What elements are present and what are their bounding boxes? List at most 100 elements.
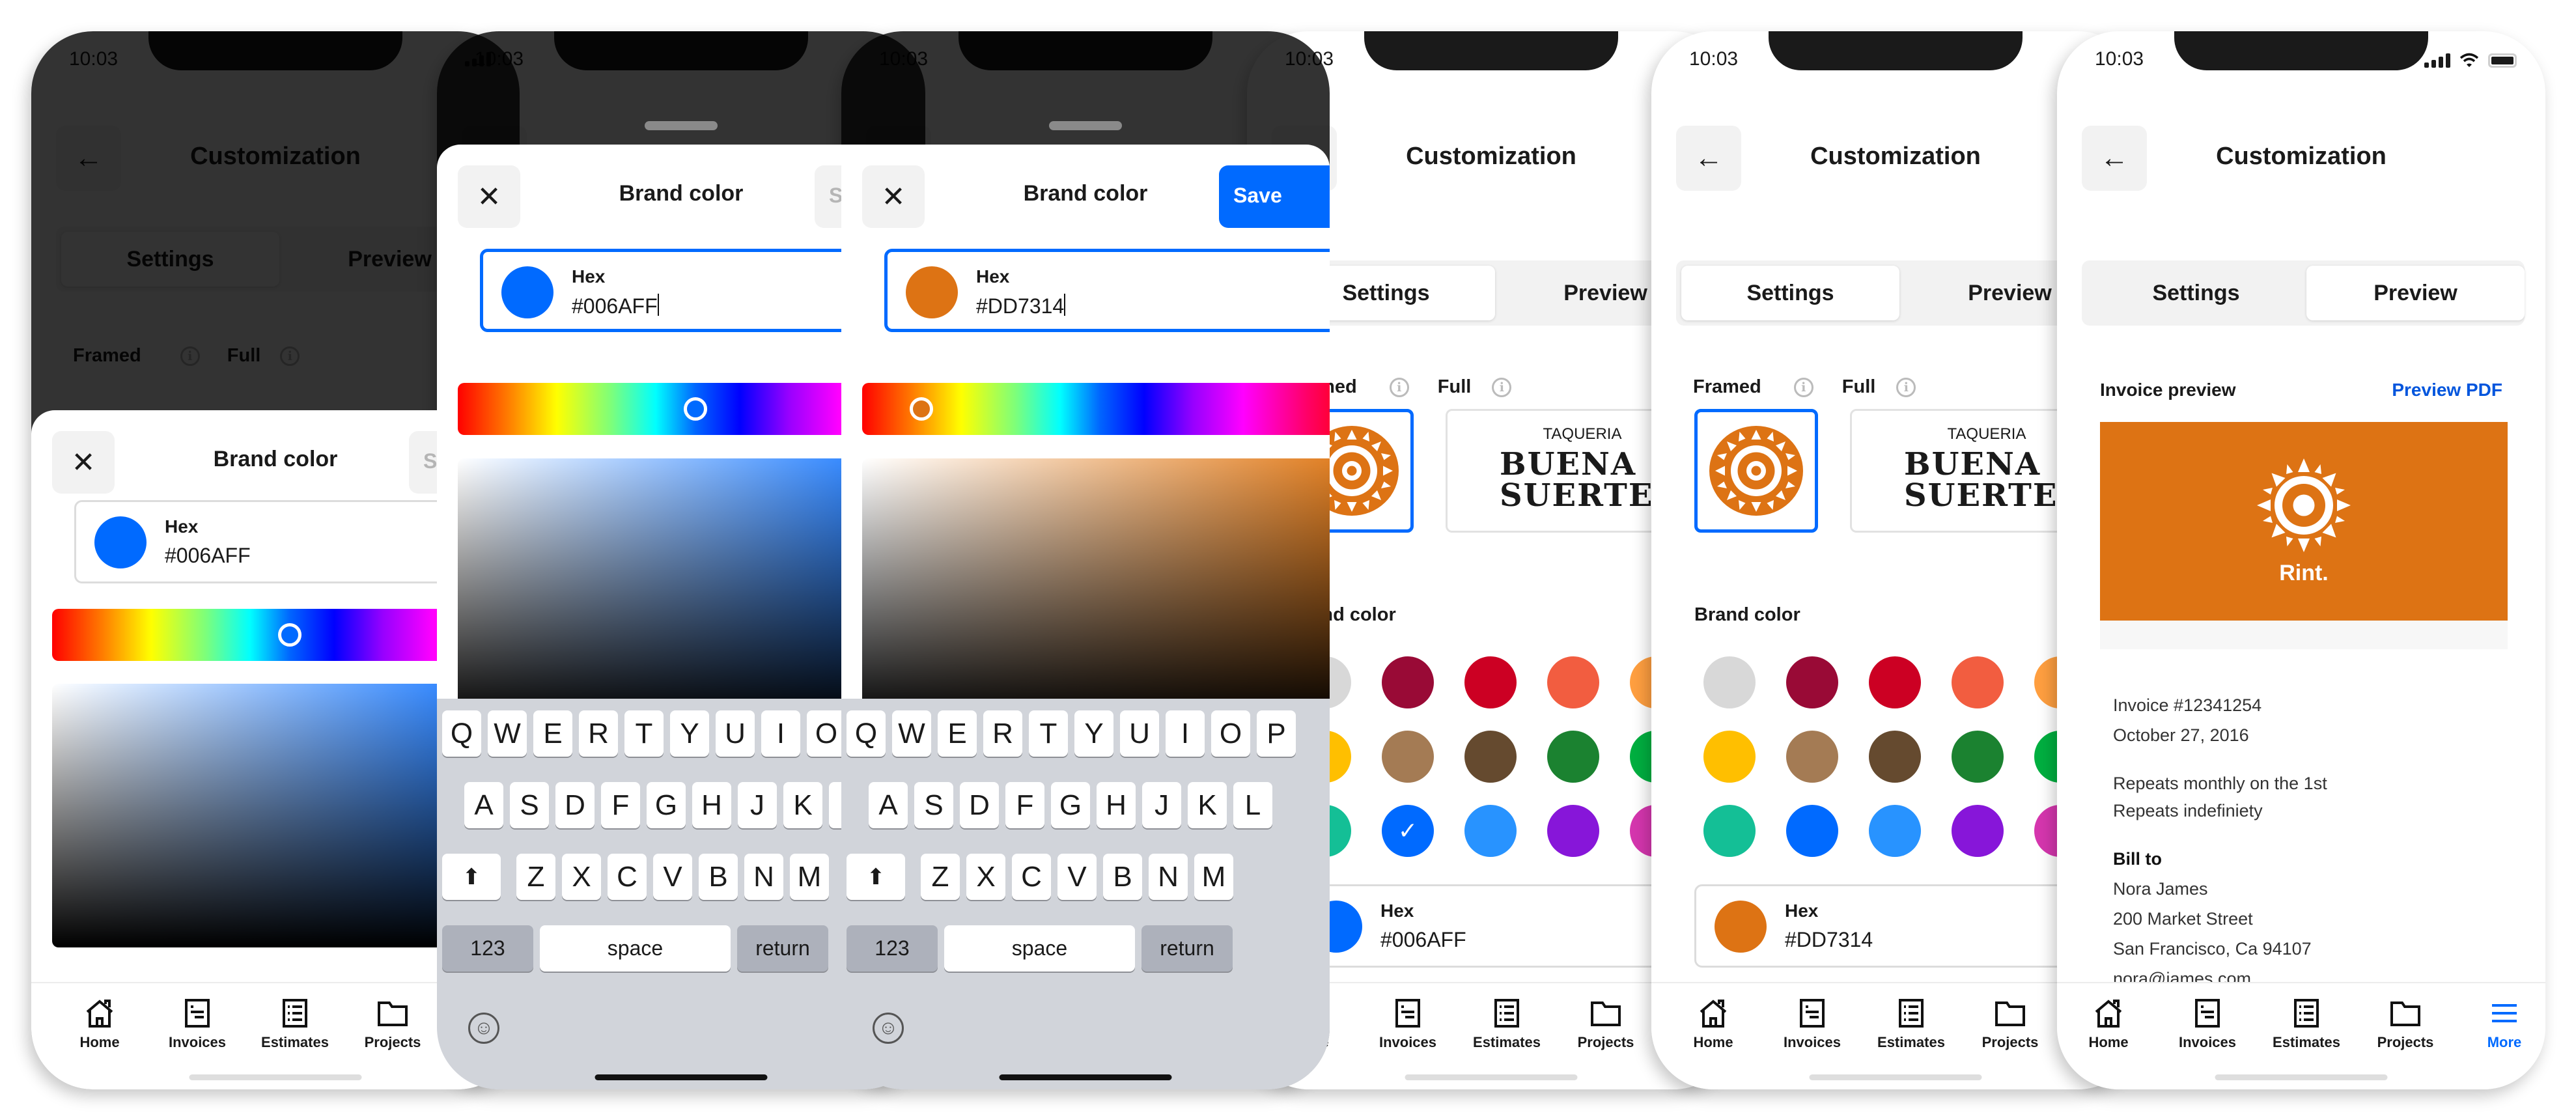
color-swatch[interactable] bbox=[1703, 731, 1756, 783]
tab-projects[interactable]: Projects bbox=[1557, 998, 1655, 1051]
color-swatch[interactable] bbox=[1952, 656, 2004, 708]
color-swatch[interactable] bbox=[1547, 656, 1599, 708]
key-z[interactable]: Z bbox=[921, 854, 960, 900]
key-p[interactable]: P bbox=[1257, 710, 1296, 757]
hex-input[interactable]: Hex #DD7314 bbox=[884, 249, 1330, 332]
tab-preview[interactable]: Preview bbox=[2306, 266, 2525, 320]
hex-value[interactable]: #DD7314 bbox=[976, 294, 1066, 318]
tab-invoices[interactable]: Invoices bbox=[148, 998, 246, 1051]
key-r[interactable]: R bbox=[983, 710, 1022, 757]
hue-slider-thumb[interactable] bbox=[683, 397, 707, 421]
numbers-key[interactable]: 123 bbox=[847, 925, 938, 972]
info-icon[interactable]: i bbox=[1389, 377, 1409, 397]
key-v[interactable]: V bbox=[1057, 854, 1097, 900]
key-j[interactable]: J bbox=[1142, 782, 1181, 828]
color-swatch[interactable] bbox=[1703, 805, 1756, 857]
key-x[interactable]: X bbox=[966, 854, 1005, 900]
info-icon[interactable]: i bbox=[1793, 377, 1813, 397]
key-c[interactable]: C bbox=[1012, 854, 1051, 900]
key-z[interactable]: Z bbox=[516, 854, 555, 900]
tab-projects[interactable]: Projects bbox=[344, 998, 441, 1051]
color-swatch[interactable]: ✓ bbox=[1382, 805, 1434, 857]
color-swatch[interactable] bbox=[1869, 805, 1921, 857]
color-swatch[interactable] bbox=[1952, 805, 2004, 857]
space-key[interactable]: space bbox=[944, 925, 1135, 972]
key-w[interactable]: W bbox=[892, 710, 931, 757]
key-k[interactable]: K bbox=[783, 782, 822, 828]
tab-more[interactable]: More bbox=[2456, 998, 2545, 1051]
emoji-icon[interactable]: ☺ bbox=[873, 1013, 904, 1044]
key-b[interactable]: B bbox=[1103, 854, 1142, 900]
key-u[interactable]: U bbox=[716, 710, 755, 757]
color-swatch[interactable] bbox=[1382, 731, 1434, 783]
color-swatch[interactable] bbox=[1464, 805, 1517, 857]
tab-estimates[interactable]: Estimates bbox=[2258, 998, 2355, 1051]
key-j[interactable]: J bbox=[738, 782, 777, 828]
tab-projects[interactable]: Projects bbox=[1961, 998, 2059, 1051]
key-o[interactable]: O bbox=[1211, 710, 1250, 757]
key-h[interactable]: H bbox=[692, 782, 731, 828]
key-i[interactable]: I bbox=[1166, 710, 1205, 757]
key-w[interactable]: W bbox=[488, 710, 527, 757]
key-a[interactable]: A bbox=[464, 782, 503, 828]
key-o[interactable]: O bbox=[807, 710, 846, 757]
key-x[interactable]: X bbox=[562, 854, 601, 900]
shift-key[interactable]: ⬆ bbox=[442, 854, 501, 900]
logo-option-framed[interactable] bbox=[1694, 409, 1818, 533]
key-e[interactable]: E bbox=[533, 710, 572, 757]
key-a[interactable]: A bbox=[869, 782, 908, 828]
sheet-grabber[interactable] bbox=[1049, 121, 1122, 130]
saturation-picker[interactable] bbox=[862, 458, 1330, 722]
tab-estimates[interactable]: Estimates bbox=[246, 998, 344, 1051]
tab-home[interactable]: Home bbox=[1664, 998, 1762, 1051]
tab-estimates[interactable]: Estimates bbox=[1458, 998, 1556, 1051]
key-g[interactable]: G bbox=[1051, 782, 1090, 828]
hex-value[interactable]: #006AFF bbox=[572, 294, 659, 318]
save-button[interactable]: Save bbox=[1219, 165, 1330, 228]
key-b[interactable]: B bbox=[699, 854, 738, 900]
hue-slider-thumb[interactable] bbox=[277, 623, 301, 647]
key-s[interactable]: S bbox=[510, 782, 549, 828]
key-y[interactable]: Y bbox=[670, 710, 709, 757]
hex-value[interactable]: #006AFF bbox=[165, 544, 251, 568]
shift-key[interactable]: ⬆ bbox=[847, 854, 905, 900]
tab-estimates[interactable]: Estimates bbox=[1862, 998, 1960, 1051]
hex-value[interactable]: #006AFF bbox=[1380, 928, 1466, 952]
key-f[interactable]: F bbox=[601, 782, 640, 828]
key-s[interactable]: S bbox=[914, 782, 953, 828]
tab-invoices[interactable]: Invoices bbox=[1763, 998, 1861, 1051]
key-l[interactable]: L bbox=[1233, 782, 1272, 828]
color-swatch[interactable] bbox=[1786, 805, 1838, 857]
return-key[interactable]: return bbox=[737, 925, 828, 972]
tab-settings[interactable]: Settings bbox=[1681, 266, 1899, 320]
color-swatch[interactable] bbox=[1464, 731, 1517, 783]
key-u[interactable]: U bbox=[1120, 710, 1159, 757]
key-d[interactable]: D bbox=[555, 782, 595, 828]
tab-home[interactable]: Home bbox=[2060, 998, 2157, 1051]
key-f[interactable]: F bbox=[1005, 782, 1044, 828]
key-n[interactable]: N bbox=[744, 854, 783, 900]
key-k[interactable]: K bbox=[1188, 782, 1227, 828]
preview-pdf-link[interactable]: Preview PDF bbox=[2392, 380, 2502, 400]
emoji-icon[interactable]: ☺ bbox=[468, 1013, 499, 1044]
return-key[interactable]: return bbox=[1141, 925, 1233, 972]
tab-projects[interactable]: Projects bbox=[2357, 998, 2454, 1051]
numbers-key[interactable]: 123 bbox=[442, 925, 533, 972]
color-swatch[interactable] bbox=[1547, 731, 1599, 783]
key-t[interactable]: T bbox=[624, 710, 664, 757]
space-key[interactable]: space bbox=[540, 925, 731, 972]
key-e[interactable]: E bbox=[938, 710, 977, 757]
key-i[interactable]: I bbox=[761, 710, 800, 757]
color-swatch[interactable] bbox=[1786, 731, 1838, 783]
key-v[interactable]: V bbox=[653, 854, 692, 900]
key-g[interactable]: G bbox=[647, 782, 686, 828]
key-c[interactable]: C bbox=[608, 854, 647, 900]
key-r[interactable]: R bbox=[579, 710, 618, 757]
color-swatch[interactable] bbox=[1547, 805, 1599, 857]
hue-slider-thumb[interactable] bbox=[910, 397, 934, 421]
color-swatch[interactable] bbox=[1703, 656, 1756, 708]
tab-invoices[interactable]: Invoices bbox=[1359, 998, 1457, 1051]
hue-slider[interactable] bbox=[862, 383, 1330, 435]
key-n[interactable]: N bbox=[1149, 854, 1188, 900]
hex-value[interactable]: #DD7314 bbox=[1785, 928, 1873, 952]
